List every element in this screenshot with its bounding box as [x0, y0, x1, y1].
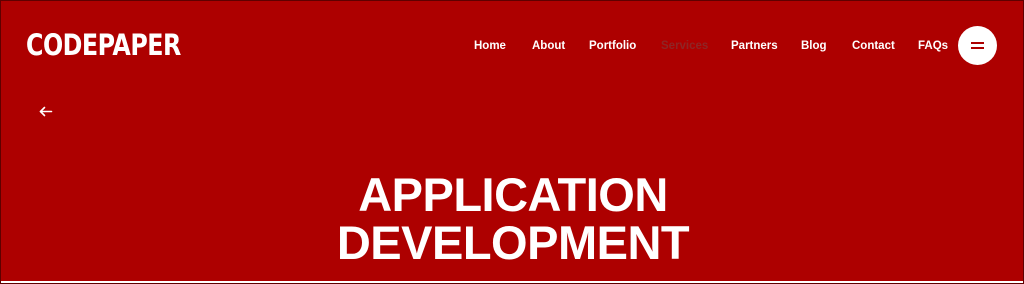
page-title: APPLICATION DEVELOPMENT — [1, 168, 1023, 270]
nav-item-faqs[interactable]: FAQs — [918, 34, 948, 58]
menu-button[interactable] — [958, 26, 997, 65]
nav-item-contact[interactable]: Contact — [852, 34, 895, 58]
nav-item-partners[interactable]: Partners — [731, 34, 778, 58]
section-divider — [1, 281, 1023, 283]
main-nav: Home About Portfolio Services Partners B… — [1, 34, 1023, 58]
hero-section: CODEPAPER Home About Portfolio Services … — [0, 0, 1024, 284]
page-title-line-1: APPLICATION — [358, 168, 668, 222]
nav-item-portfolio[interactable]: Portfolio — [589, 34, 636, 58]
menu-icon — [971, 42, 984, 44]
nav-item-home[interactable]: Home — [474, 34, 506, 58]
nav-item-about[interactable]: About — [532, 34, 565, 58]
menu-icon-bar — [971, 47, 984, 49]
page-title-line-2: DEVELOPMENT — [336, 216, 690, 270]
arrow-left-icon[interactable] — [38, 103, 54, 119]
nav-item-services[interactable]: Services — [661, 34, 708, 58]
nav-item-blog[interactable]: Blog — [801, 34, 827, 58]
